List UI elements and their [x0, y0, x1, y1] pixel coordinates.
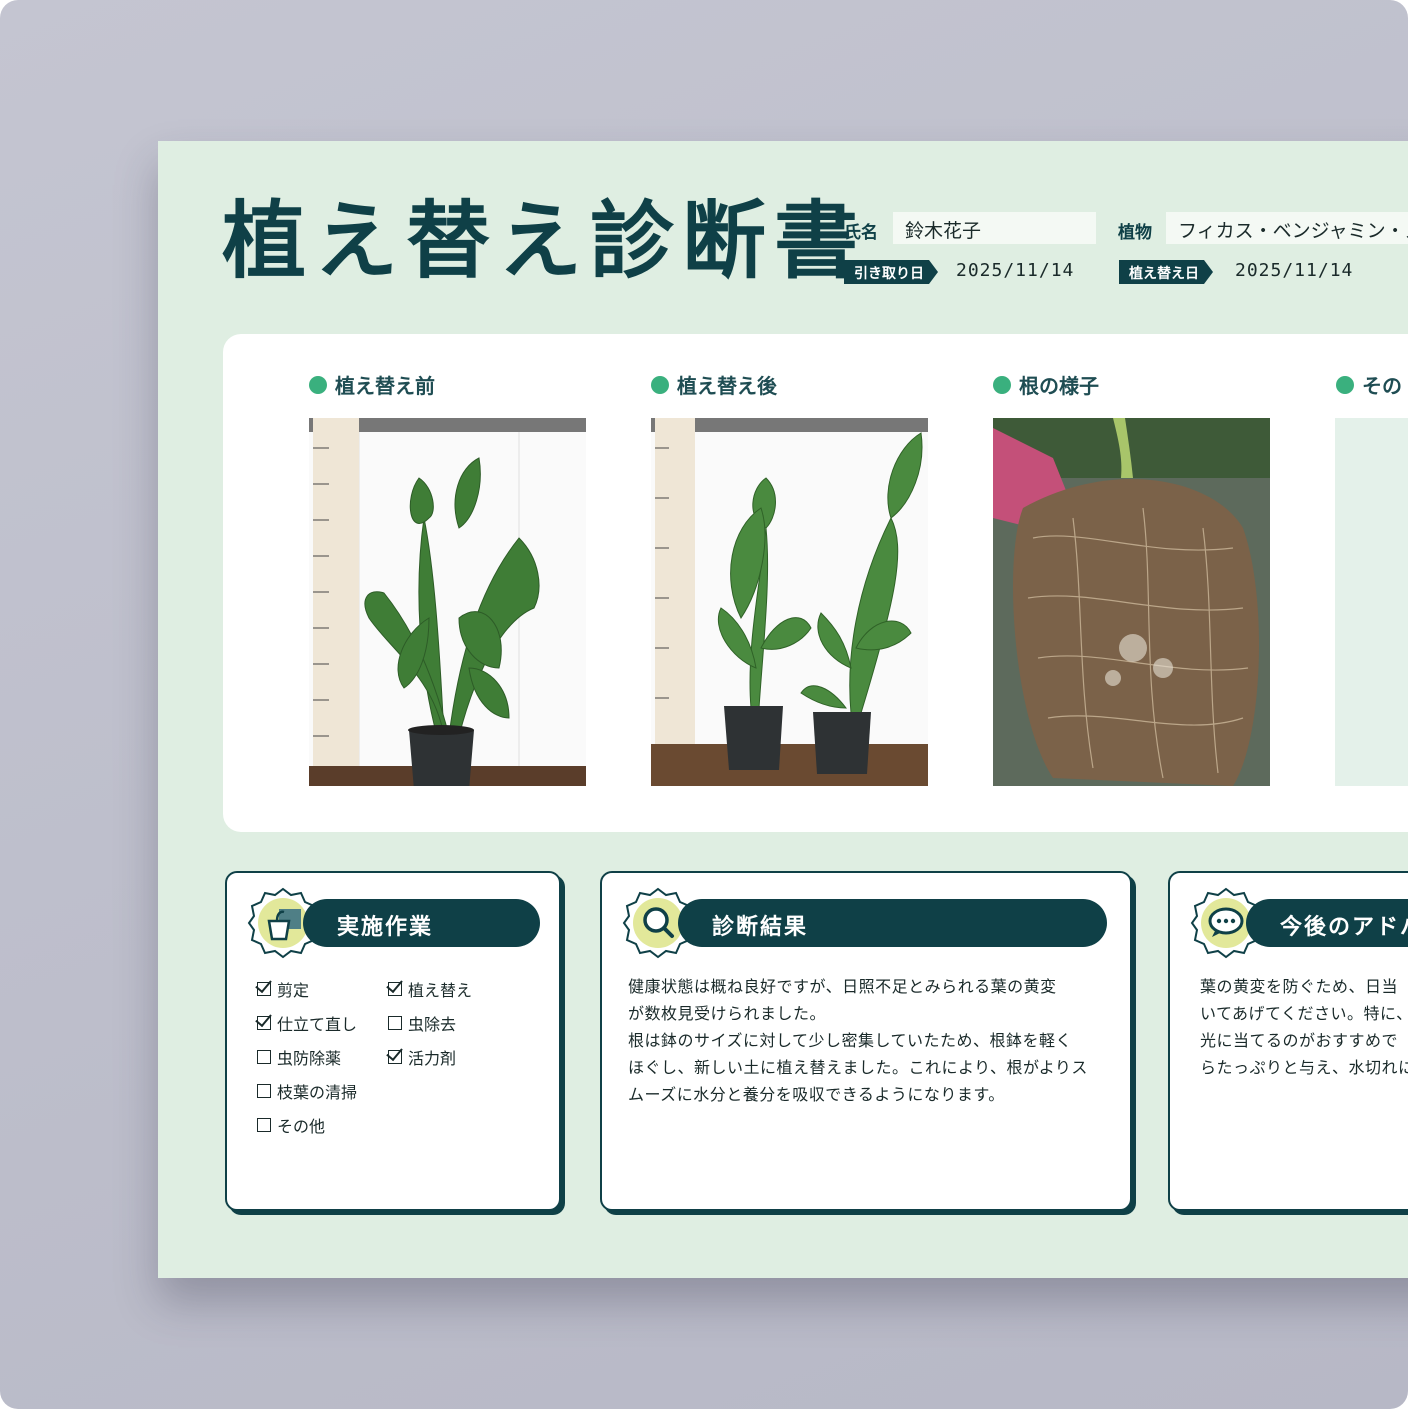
- pickup-date-tag: 引き取り日: [844, 260, 938, 284]
- photo-other-placeholder[interactable]: [1335, 418, 1408, 786]
- pickup-date-value: 2025/11/14: [956, 260, 1075, 281]
- diagnosis-card: 診断結果 健康状態は概ね良好ですが、日照不足とみられる葉の黄変 が数枚見受けられ…: [600, 871, 1132, 1211]
- checkbox-leaf-cleaning[interactable]: 枝葉の清掃: [257, 1079, 357, 1103]
- name-field[interactable]: 鈴木花子: [893, 212, 1096, 244]
- photos-panel: 植え替え前 植え替え後 根の様子 その: [223, 334, 1408, 832]
- repot-date-value: 2025/11/14: [1235, 260, 1354, 281]
- diagnosis-text: 健康状態は概ね良好ですが、日照不足とみられる葉の黄変 が数枚見受けられました。 …: [628, 977, 1088, 1104]
- bullet-icon: [993, 375, 1011, 394]
- advice-card-title: 今後のアドバ: [1246, 899, 1408, 947]
- advice-card: 今後のアドバ 葉の黄変を防ぐため、日当 いてあげてください。特に、 光に当てるの…: [1168, 871, 1408, 1211]
- screen-background: 植え替え診断書 氏名 鈴木花子 植物 フィカス・ベンジャミン・スタ 引き取り日 …: [0, 0, 1408, 1409]
- plant-label: 植物: [1118, 223, 1152, 243]
- photo-after[interactable]: [651, 418, 928, 786]
- name-label: 氏名: [844, 223, 878, 243]
- checkbox-reshaping[interactable]: 仕立て直し: [257, 1011, 357, 1035]
- photo-label-before: 植え替え前: [309, 370, 435, 399]
- checkbox-pesticide[interactable]: 虫防除薬: [257, 1045, 341, 1069]
- bullet-icon: [651, 375, 669, 394]
- checkbox-repotting[interactable]: 植え替え: [388, 977, 472, 1001]
- repot-date-tag: 植え替え日: [1119, 260, 1213, 284]
- work-card-title: 実施作業: [303, 899, 540, 947]
- diagnosis-document: 植え替え診断書 氏名 鈴木花子 植物 フィカス・ベンジャミン・スタ 引き取り日 …: [158, 141, 1408, 1278]
- checkbox-other[interactable]: その他: [257, 1113, 325, 1137]
- plant-field[interactable]: フィカス・ベンジャミン・スタ: [1166, 212, 1408, 244]
- checkbox-pruning[interactable]: 剪定: [257, 977, 309, 1001]
- photo-label-roots: 根の様子: [993, 370, 1099, 399]
- page-title: 植え替え診断書: [222, 192, 867, 290]
- diagnosis-card-title: 診断結果: [678, 899, 1107, 947]
- checkbox-fertilizer[interactable]: 活力剤: [388, 1045, 456, 1069]
- advice-text: 葉の黄変を防ぐため、日当 いてあげてください。特に、 光に当てるのがおすすめで …: [1200, 977, 1408, 1077]
- checkbox-pest-removal[interactable]: 虫除去: [388, 1011, 456, 1035]
- photo-before[interactable]: [309, 418, 586, 786]
- photo-label-other: その: [1336, 370, 1402, 399]
- bullet-icon: [1336, 375, 1354, 394]
- bullet-icon: [309, 375, 327, 394]
- photo-label-after: 植え替え後: [651, 370, 777, 399]
- work-card: 実施作業 剪定 植え替え 仕立て直し 虫除去 虫防除薬 活力剤 枝葉の清掃 その…: [225, 871, 561, 1211]
- photo-roots[interactable]: [993, 418, 1270, 786]
